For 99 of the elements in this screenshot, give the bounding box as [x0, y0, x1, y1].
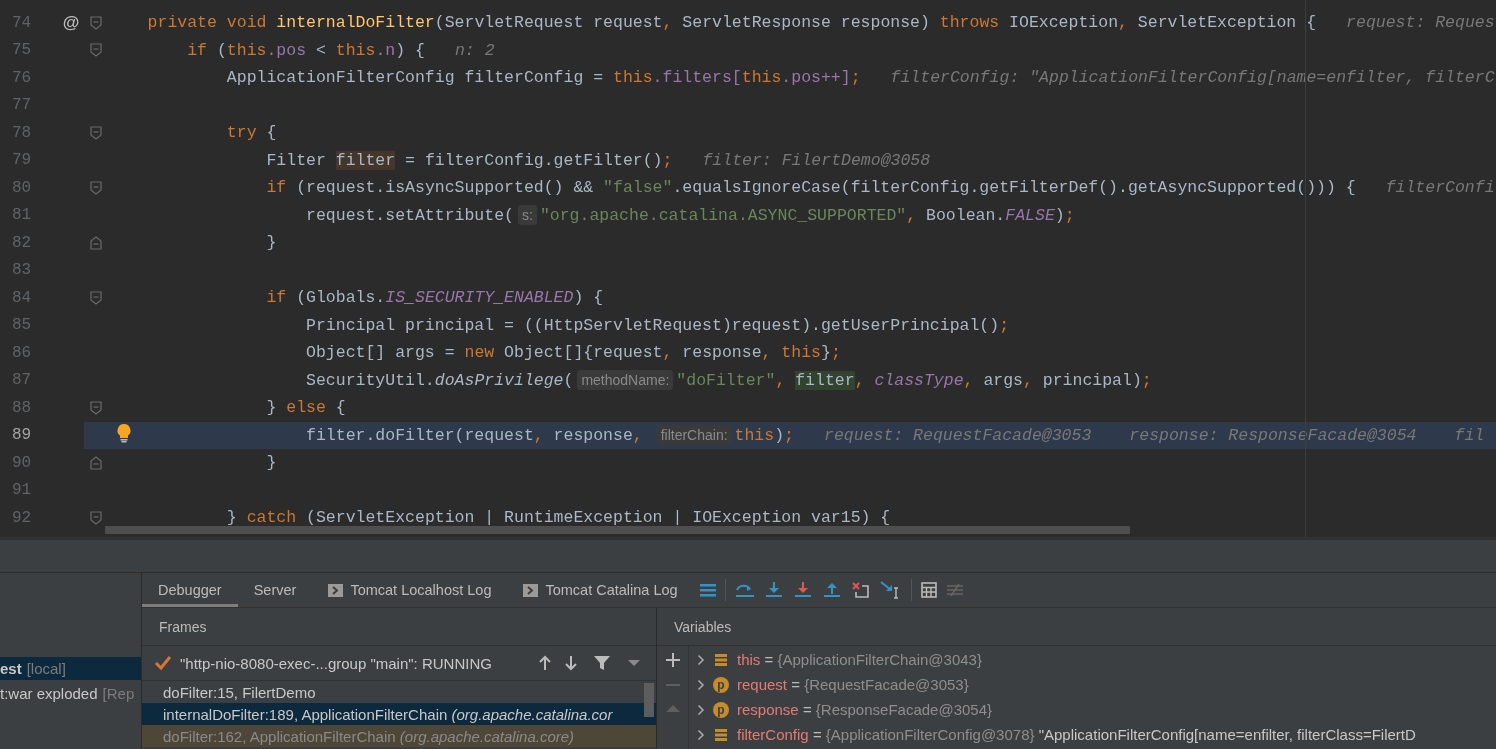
- check-icon: [154, 655, 172, 671]
- debug-value: filterConfig: "ApplicationFilterConfig[name=enfilter, filterC: [890, 68, 1495, 88]
- variable-entry[interactable]: response = {ResponseFacade@3054}: [737, 701, 993, 718]
- line-number: 92: [11, 508, 33, 527]
- line-number: 75: [11, 41, 33, 60]
- panel-tab[interactable]: Tomcat Catalina Log: [507, 573, 694, 607]
- line-number: 87: [11, 371, 33, 390]
- drop-frame-icon[interactable]: [850, 581, 871, 599]
- pane-title: Frames: [159, 618, 207, 635]
- parameter-badge: p: [713, 676, 729, 693]
- chevron-right-icon[interactable]: [697, 703, 705, 716]
- code-text: this);: [734, 425, 794, 445]
- inlay-hint: s:: [518, 205, 537, 226]
- lines-icon[interactable]: [699, 582, 716, 598]
- service-item[interactable]: est [local]: [0, 657, 141, 680]
- line-number: 86: [11, 343, 33, 362]
- lightbulb-icon[interactable]: [116, 423, 132, 444]
- debug-value: response: ResponseFacade@3054: [1129, 425, 1417, 445]
- stack-frame[interactable]: doFilter:15, FilertDemo: [142, 681, 656, 703]
- field-icon: [713, 726, 729, 743]
- triangle-up-icon[interactable]: [664, 702, 681, 714]
- inlay-hint: methodName:: [577, 370, 674, 391]
- code-text: private void internalDoFilter(ServletRequest request, ServletResponse response) throws IOException, ServletException {: [147, 13, 1317, 33]
- calculator-icon[interactable]: [920, 582, 937, 598]
- fold-marker-icon[interactable]: [90, 510, 102, 525]
- code-text: request.setAttribute(: [306, 205, 514, 225]
- code-text: }: [266, 453, 277, 473]
- fold-marker-icon[interactable]: [90, 43, 102, 58]
- line-number: 90: [11, 453, 33, 472]
- chevron-right-icon[interactable]: [697, 728, 705, 741]
- line-number: 91: [11, 481, 33, 500]
- step-into-icon[interactable]: [763, 582, 784, 598]
- panel-tab[interactable]: Debugger: [142, 573, 238, 607]
- fold-marker-icon[interactable]: [90, 180, 102, 195]
- fold-marker-icon[interactable]: [90, 400, 102, 415]
- stack-frame[interactable]: internalDoFilter:189, ApplicationFilterChain (org.apache.catalina.cor: [142, 703, 656, 725]
- fold-marker-icon[interactable]: [90, 15, 102, 30]
- step-out-icon[interactable]: [821, 582, 842, 598]
- line-number: 85: [11, 316, 33, 335]
- line-number: 88: [11, 398, 33, 417]
- line-number: 82: [11, 233, 33, 252]
- fold-marker-icon[interactable]: [90, 455, 102, 470]
- service-item[interactable]: t:war exploded [Rep: [0, 682, 141, 705]
- inlay-hint: filterChain:: [656, 425, 732, 446]
- code-text: }: [266, 233, 277, 253]
- parameter-badge: p: [713, 701, 729, 718]
- code-text: Principal principal = ((HttpServletRequest)request).getUserPrincipal();: [306, 315, 1010, 335]
- code-text: } catch (ServletException | RuntimeException | IOException var15) {: [226, 508, 891, 528]
- fold-marker-icon[interactable]: [90, 125, 102, 140]
- line-number: 80: [11, 178, 33, 197]
- line-number: 77: [11, 96, 33, 115]
- line-number: 76: [11, 68, 33, 87]
- debug-value: n: 2: [454, 40, 495, 60]
- debug-value: request: RequestFacade@3053: [824, 425, 1092, 445]
- debug-value: request: Reques: [1346, 13, 1495, 33]
- panel-tab[interactable]: Tomcat Localhost Log: [312, 573, 508, 607]
- code-text: if (request.isAsyncSupported() && "false".equalsIgnoreCase(filterConfig.getFilterDef().getAsyncSupported())) {: [266, 178, 1356, 198]
- code-text: filter.doFilter(request, response,: [306, 425, 644, 445]
- code-text: Filter filter = filterConfig.getFilter();: [266, 150, 673, 170]
- annotation-marker[interactable]: @: [62, 12, 80, 33]
- chevron-right-icon[interactable]: [697, 653, 705, 666]
- vertical-scrollbar[interactable]: [644, 683, 654, 717]
- variable-entry[interactable]: request = {RequestFacade@3053}: [737, 676, 969, 693]
- variable-entry[interactable]: this = {ApplicationFilterChain@3043}: [737, 651, 982, 668]
- code-text: "doFilter", filter, classType, args, principal);: [676, 370, 1152, 390]
- add-icon[interactable]: [664, 652, 681, 668]
- fold-marker-icon[interactable]: [90, 235, 102, 250]
- variable-entry[interactable]: filterConfig = {ApplicationFilterConfig@3078} "ApplicationFilterConfig[name=enfilter, filterClass=FilertD: [737, 726, 1416, 743]
- chevron-right-icon[interactable]: [697, 678, 705, 691]
- line-number: 83: [11, 261, 33, 280]
- panel-tab[interactable]: Server: [237, 573, 313, 607]
- code-text: "org.apache.catalina.ASYNC_SUPPORTED", Boolean.FALSE);: [539, 205, 1075, 225]
- code-text: if (Globals.IS_SECURITY_ENABLED) {: [266, 288, 604, 308]
- fold-marker-icon[interactable]: [90, 290, 102, 305]
- line-number: 81: [11, 206, 33, 225]
- line-number: 79: [11, 151, 33, 170]
- horizontal-scrollbar[interactable]: [105, 526, 1130, 534]
- field-icon: [713, 651, 729, 668]
- code-text: ApplicationFilterConfig filterConfig = this.filters[this.pos++];: [226, 68, 861, 88]
- arrow-up-icon[interactable]: [538, 655, 552, 671]
- debug-value: filterConfi: [1385, 178, 1495, 198]
- code-text: SecurityUtil.doAsPrivilege(: [306, 370, 574, 390]
- line-number: 89: [11, 426, 33, 445]
- line-number: 74: [11, 13, 33, 32]
- force-step-into-icon[interactable]: [792, 582, 813, 598]
- code-text: Object[] args = new Object[]{request, response, this};: [306, 343, 841, 363]
- debug-value: filter: FilertDemo@3058: [702, 150, 931, 170]
- line-number: 84: [11, 288, 33, 307]
- code-text: try {: [226, 123, 277, 143]
- console-icon: [328, 583, 344, 597]
- debug-value: fil: [1454, 425, 1485, 445]
- line-number: 78: [11, 123, 33, 142]
- trace-icon[interactable]: [945, 582, 964, 598]
- code-text: if (this.pos < this.n) {: [187, 40, 425, 60]
- code-text: } else {: [266, 398, 346, 418]
- console-icon: [523, 583, 539, 597]
- pane-title: Variables: [674, 618, 732, 635]
- thread-selector[interactable]: "http-nio-8080-exec-...group "main": RUNNING: [180, 654, 530, 672]
- step-over-icon[interactable]: [734, 582, 755, 598]
